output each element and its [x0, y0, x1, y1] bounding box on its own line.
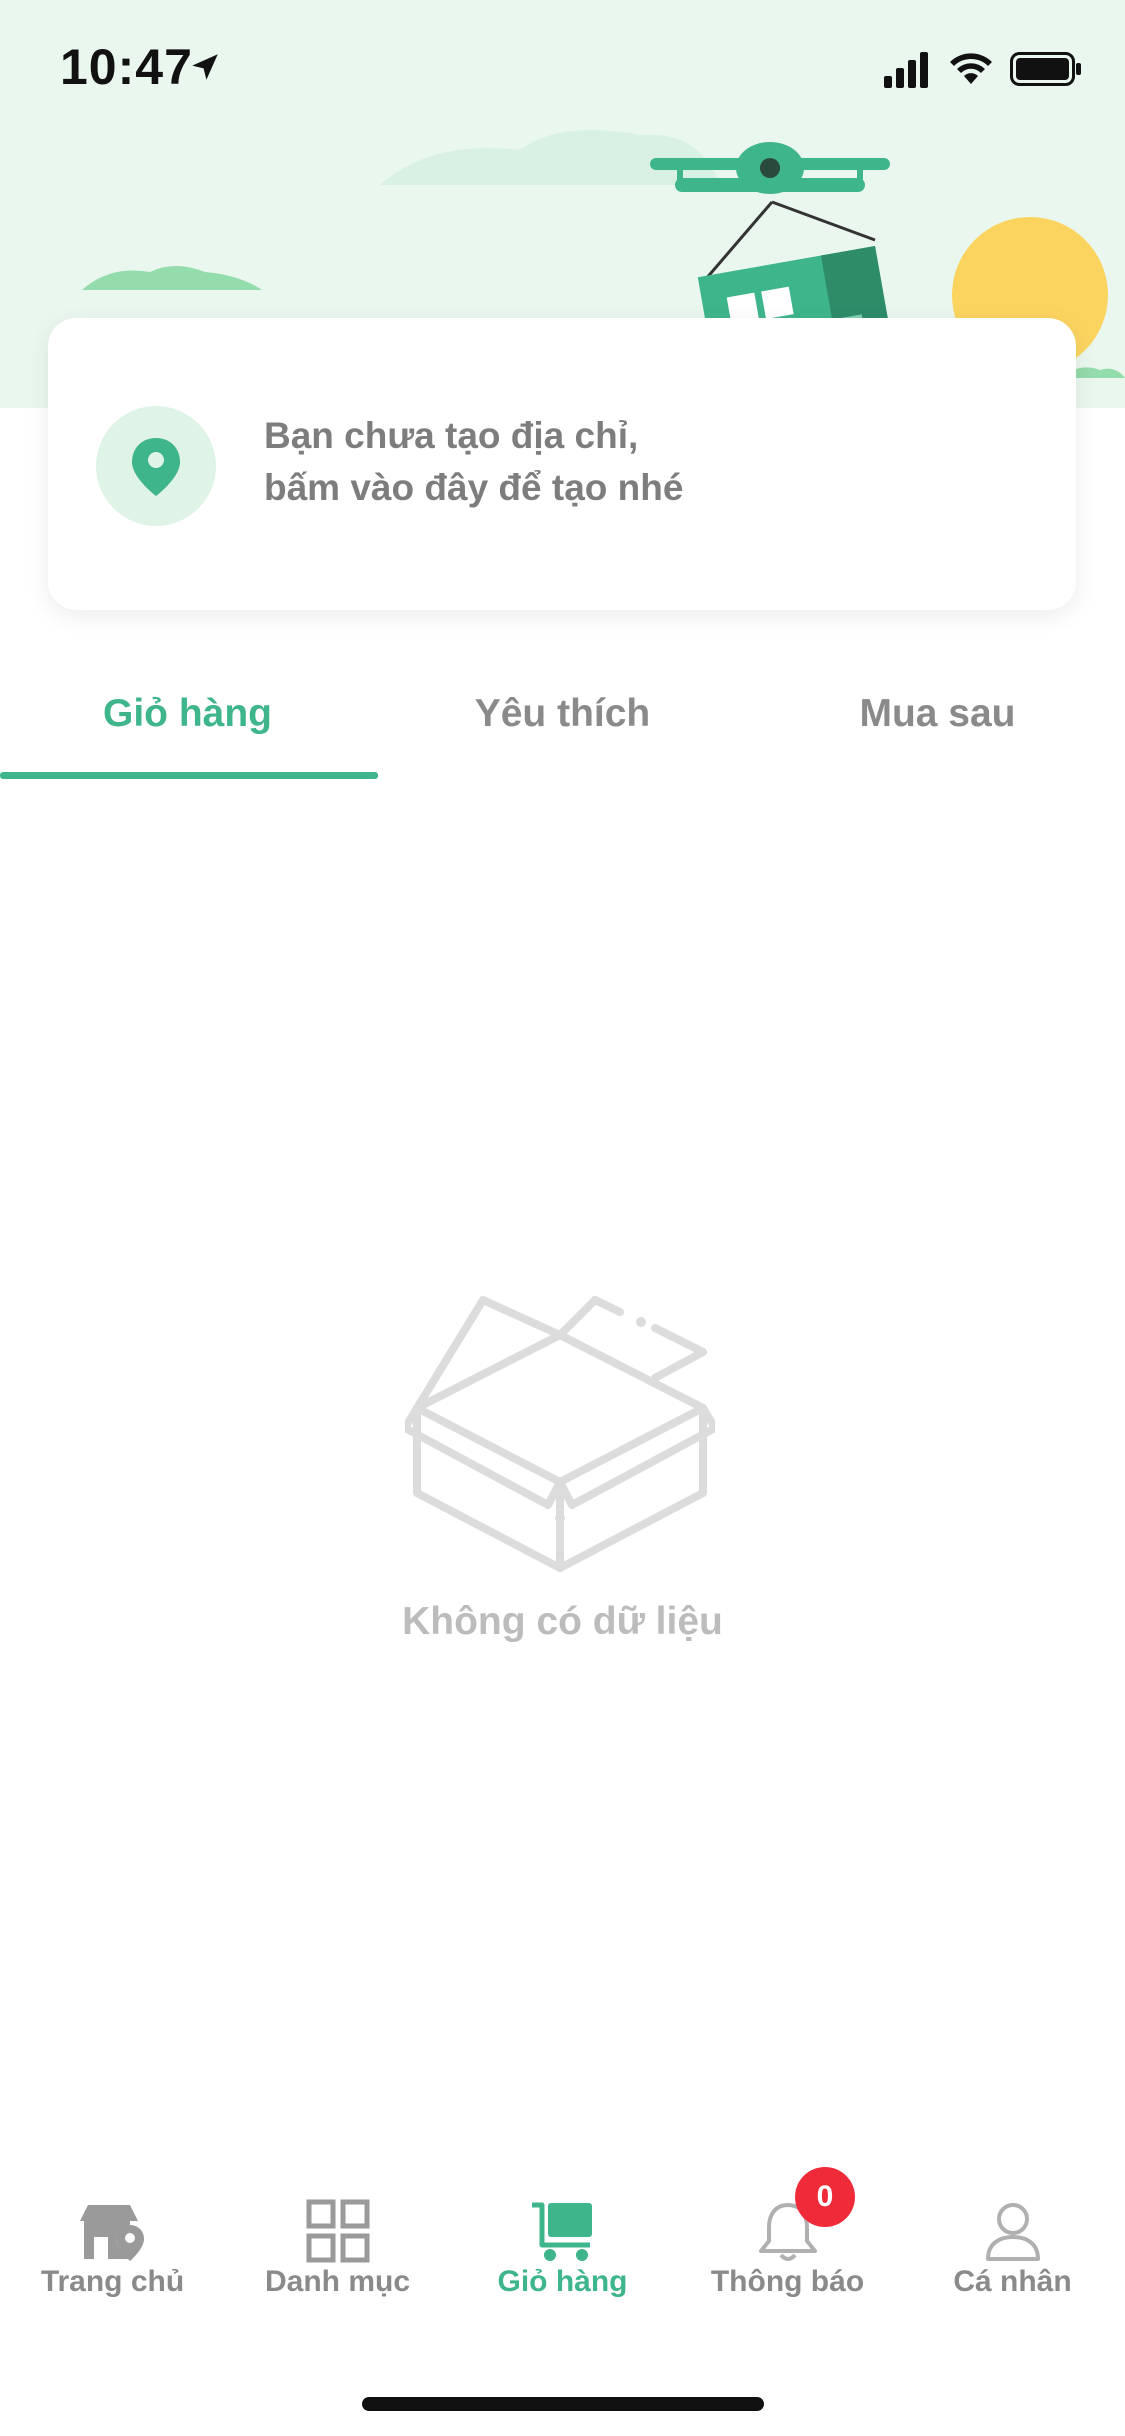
nav-item-notifications[interactable]: 0 Thông báo: [675, 2167, 900, 2315]
nav-label-home: Trang chủ: [40, 2265, 185, 2298]
status-time: 10:47: [60, 39, 193, 95]
nav-item-profile[interactable]: Cá nhân: [900, 2175, 1125, 2315]
tab-buy-later[interactable]: Mua sau: [750, 692, 1125, 736]
home-indicator[interactable]: [362, 2397, 764, 2411]
address-card[interactable]: Bạn chưa tạo địa chỉ, bấm vào đây để tạo…: [48, 318, 1076, 610]
nav-label-profile: Cá nhân: [953, 2265, 1072, 2298]
grid-icon: [306, 2199, 370, 2263]
empty-message: Không có dữ liệu: [402, 1600, 723, 1643]
empty-box-icon: [405, 1296, 715, 1572]
location-pin-badge: [96, 406, 216, 526]
location-arrow-icon: [192, 54, 218, 80]
address-prompt-line-1: Bạn chưa tạo địa chỉ,: [264, 415, 639, 456]
active-tab-indicator: [0, 772, 378, 779]
nav-label-notifications: Thông báo: [710, 2265, 865, 2298]
address-prompt-line-2: bấm vào đây để tạo nhé: [264, 467, 684, 508]
tab-favorites[interactable]: Yêu thích: [375, 692, 750, 736]
cellular-signal-icon: [884, 52, 928, 88]
wifi-icon: [950, 53, 992, 84]
cart-icon: [532, 2202, 592, 2261]
nav-item-categories[interactable]: Danh mục: [225, 2175, 450, 2315]
cart-tabs: Giỏ hàng Yêu thích Mua sau: [0, 650, 1125, 780]
nav-item-home[interactable]: Trang chủ: [0, 2175, 225, 2315]
home-store-icon: [80, 2205, 144, 2261]
notification-badge: 0: [795, 2167, 855, 2227]
nav-label-categories: Danh mục: [264, 2265, 411, 2298]
user-icon: [986, 2203, 1040, 2261]
battery-icon: [1010, 52, 1081, 86]
tab-cart[interactable]: Giỏ hàng: [0, 692, 375, 736]
empty-state: Không có dữ liệu: [0, 1280, 1125, 1660]
address-prompt: Bạn chưa tạo địa chỉ, bấm vào đây để tạo…: [264, 410, 1024, 514]
nav-item-cart[interactable]: Giỏ hàng: [450, 2175, 675, 2315]
nav-label-cart: Giỏ hàng: [497, 2265, 628, 2298]
location-pin-icon: [132, 438, 180, 496]
bottom-navigation: Trang chủ Danh mục Giỏ hàng 0 Thông báo: [0, 2167, 1125, 2315]
